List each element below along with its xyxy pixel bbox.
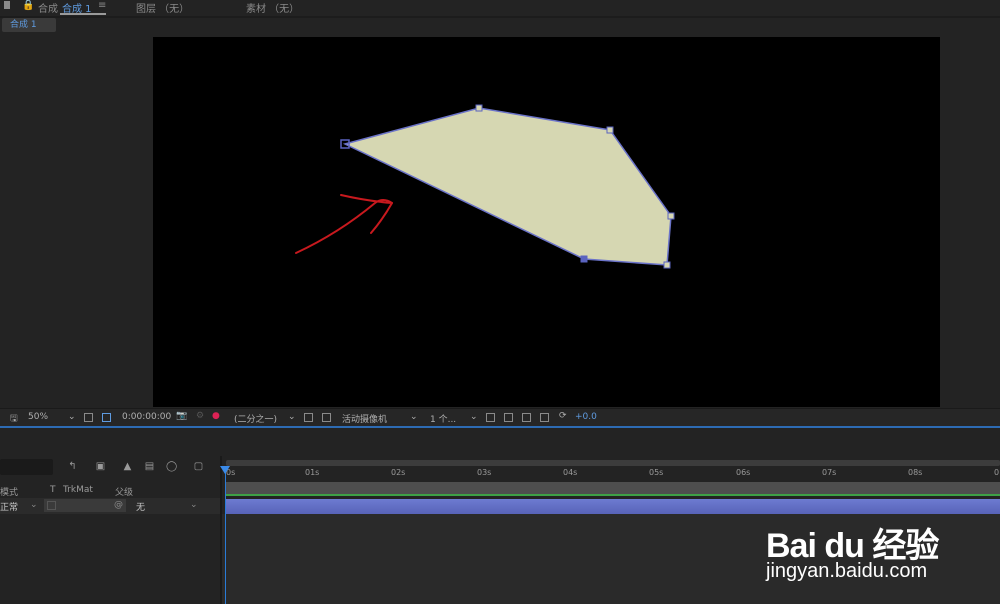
layer-list-empty (0, 514, 220, 604)
playhead-handle[interactable] (220, 466, 230, 474)
draft-3d-icon[interactable]: ▣ (95, 461, 106, 472)
tab-layer[interactable]: 图层 （无） (136, 0, 189, 15)
color-channels-icon[interactable]: ● (212, 411, 220, 421)
parent-select[interactable]: 无 (136, 500, 145, 513)
panel-separator (0, 16, 1000, 18)
mask-visibility-icon[interactable] (102, 413, 111, 422)
ruler-label-4: 04s (563, 468, 578, 477)
panel-tab-bar: 🔒 合成 合成 1 ≡ 图层 （无） 素材 （无） (0, 0, 1000, 16)
safe-zones-icon[interactable] (84, 413, 93, 422)
chevron-down-icon: ⌄ (410, 412, 418, 422)
timecode-display[interactable]: 0:00:00:00 (122, 412, 171, 422)
ruler-label-2: 02s (391, 468, 406, 477)
shy-layers-icon[interactable]: ▲ (122, 461, 133, 472)
toggle-pixel-aspect-icon[interactable] (486, 413, 495, 422)
viewer-toolbar: 🖫 50% ⌄ 0:00:00:00 📷 ⚙ ● (二分之一) ⌄ 活动摄像机 … (0, 408, 1000, 427)
ruler-label-6: 06s (736, 468, 751, 477)
column-trkmat[interactable]: TrkMat (63, 485, 93, 495)
panel-menu-icon[interactable] (4, 1, 10, 9)
composition-canvas[interactable] (153, 37, 940, 407)
chevron-down-icon: ⌄ (470, 412, 478, 422)
resolution-select[interactable]: (二分之一) (234, 412, 277, 425)
ruler-label-3: 03s (477, 468, 492, 477)
ruler-label-7: 07s (822, 468, 837, 477)
column-mode[interactable]: 模式 (0, 485, 18, 498)
composition-flowchart-icon[interactable]: ↰ (67, 461, 78, 472)
tab-composition-prefix: 合成 (38, 4, 58, 15)
ruler-label-9: 0 (994, 468, 1000, 477)
layer-row[interactable]: 正常 ⌄ @ 无 ⌄ (0, 498, 220, 514)
zoom-select[interactable]: 50% (28, 412, 48, 422)
flowchart-icon[interactable] (540, 413, 549, 422)
active-tab-underline (60, 13, 106, 15)
canvas-artwork (295, 104, 675, 269)
ruler-label-5: 05s (649, 468, 664, 477)
transparency-grid-icon[interactable] (322, 413, 331, 422)
watermark-url: jingyan.baidu.com (766, 560, 928, 582)
render-cache-line (226, 494, 1000, 496)
exposure-value[interactable]: +0.0 (575, 412, 597, 422)
pickwhip-icon[interactable]: @ (114, 500, 123, 510)
tab-menu-icon[interactable]: ≡ (98, 0, 106, 11)
frame-blending-icon[interactable]: ▤ (144, 461, 155, 472)
comp-breadcrumb-tab[interactable]: 合成 1 (2, 18, 56, 32)
graph-editor-icon[interactable]: ▢ (193, 461, 204, 472)
ruler-label-8: 08s (908, 468, 923, 477)
baidu-watermark: Bai du 经验 jingyan.baidu.com (766, 498, 1000, 604)
blend-mode-select[interactable]: 正常 (0, 500, 18, 513)
chevron-down-icon: ⌄ (68, 412, 76, 422)
preserve-transparency-checkbox[interactable] (47, 501, 56, 510)
tab-footage[interactable]: 素材 （无） (246, 0, 299, 15)
playhead-line[interactable] (225, 466, 226, 604)
shape-layer-polygon[interactable] (342, 107, 672, 266)
column-t[interactable]: T (50, 485, 56, 495)
ruler-label-1: 01s (305, 468, 320, 477)
views-select[interactable]: 1 个... (430, 412, 456, 425)
chevron-down-icon: ⌄ (288, 412, 296, 422)
show-snapshot-icon[interactable]: ⚙ (196, 411, 204, 421)
camera-select[interactable]: 活动摄像机 (342, 412, 387, 425)
fast-previews-icon[interactable] (504, 413, 513, 422)
chevron-down-icon: ⌄ (30, 500, 38, 510)
chevron-down-icon: ⌄ (190, 500, 198, 510)
layer-column-headers: 模式 T TrkMat 父级 (0, 484, 222, 498)
camera-snapshot-icon[interactable]: 📷 (176, 411, 187, 421)
layer-search-input[interactable] (0, 459, 53, 475)
reset-exposure-icon[interactable]: ⟳ (559, 411, 567, 421)
red-arrow-annotation (295, 194, 393, 254)
column-parent[interactable]: 父级 (115, 485, 133, 498)
motion-blur-icon[interactable]: ◯ (166, 461, 177, 472)
region-of-interest-icon[interactable] (304, 413, 313, 422)
lock-icon[interactable]: 🔒 (22, 0, 34, 11)
time-navigator[interactable] (226, 460, 1000, 466)
timeline-header (0, 428, 1000, 456)
monitor-icon[interactable]: 🖫 (10, 411, 18, 427)
timeline-icon[interactable] (522, 413, 531, 422)
